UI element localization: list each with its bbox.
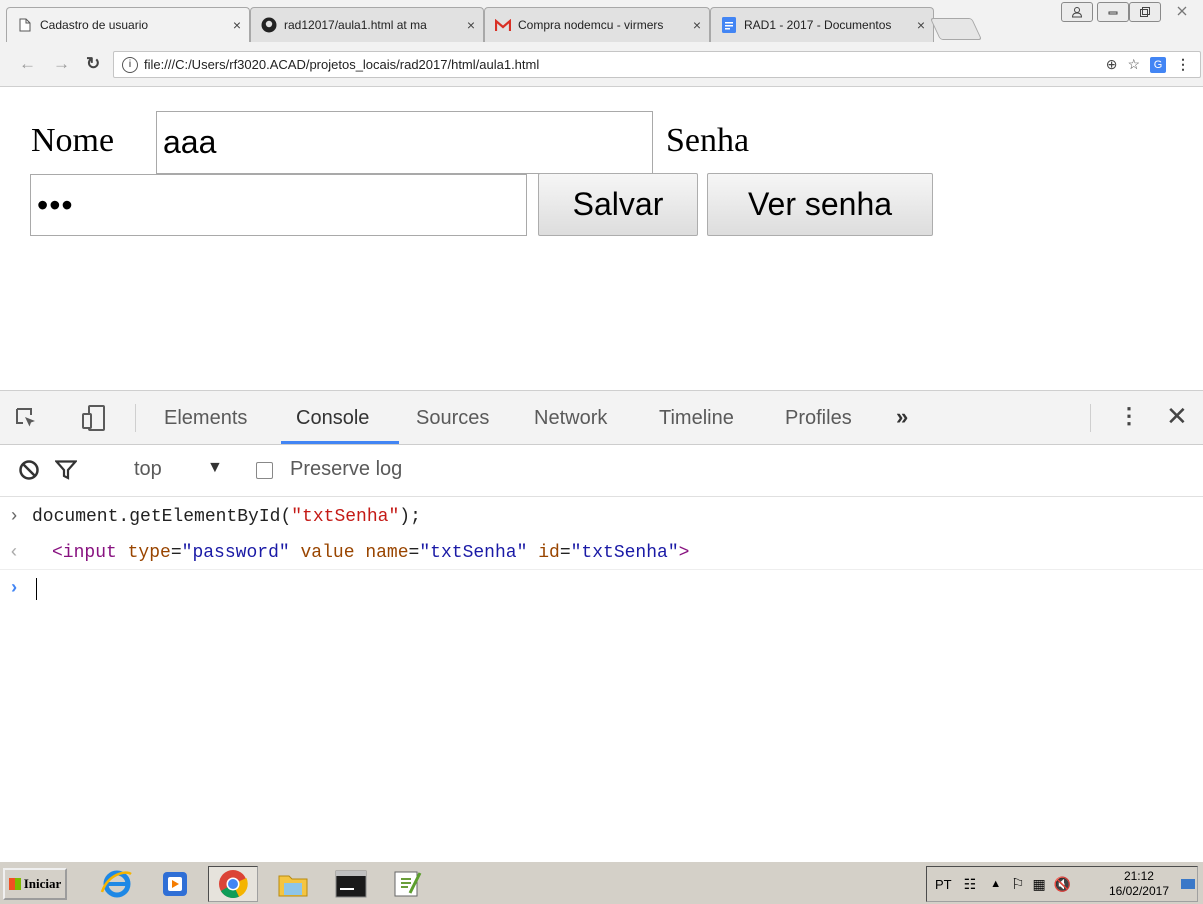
internet-explorer-icon[interactable] — [96, 866, 138, 902]
devtools-menu-icon[interactable]: ⋮ — [1118, 403, 1140, 429]
filter-icon[interactable] — [54, 460, 78, 486]
address-url: file:///C:/Users/rf3020.ACAD/projetos_lo… — [144, 57, 540, 72]
senha-label: Senha — [666, 122, 750, 159]
bookmark-star-icon[interactable]: ☆ — [1127, 56, 1140, 73]
active-tab-indicator — [281, 441, 399, 444]
page-content: Nome aaa Senha ••• Salvar Ver senha — [0, 87, 1203, 390]
forward-arrow-icon[interactable]: → — [53, 54, 70, 74]
senha-input[interactable]: ••• — [30, 174, 527, 236]
nome-input[interactable]: aaa — [156, 111, 653, 174]
tab-strip: Cadastro de usuario × rad12017/aula1.htm… — [0, 0, 1203, 42]
clear-console-icon[interactable] — [18, 459, 40, 487]
more-tabs-icon[interactable]: » — [896, 404, 908, 430]
tab-profiles[interactable]: Profiles — [785, 407, 852, 430]
start-label: Iniciar — [23, 876, 62, 891]
salvar-button[interactable]: Salvar — [538, 173, 698, 236]
close-icon[interactable]: × — [917, 17, 925, 33]
language-indicator[interactable]: PT — [935, 877, 952, 892]
close-icon[interactable]: × — [693, 17, 701, 33]
inspect-element-icon[interactable] — [14, 406, 38, 436]
toolbar-divider — [1090, 404, 1091, 432]
chrome-icon[interactable] — [208, 866, 258, 902]
close-icon[interactable]: × — [233, 17, 241, 33]
tab-title: rad12017/aula1.html at ma — [284, 18, 427, 32]
tab-title: Cadastro de usuario — [40, 18, 149, 32]
tab-docs[interactable]: RAD1 - 2017 - Documentos × — [710, 7, 934, 42]
tab-title: Compra nodemcu - virmers — [518, 18, 664, 32]
tab-network[interactable]: Network — [534, 407, 607, 430]
tab-gmail[interactable]: Compra nodemcu - virmers × — [484, 7, 710, 42]
command-prompt-icon[interactable] — [330, 866, 372, 902]
minimize-button[interactable] — [1097, 2, 1129, 22]
browser-toolbar: ← → ↻ i file:///C:/Users/rf3020.ACAD/pro… — [0, 42, 1203, 87]
action-center-flag-icon[interactable]: ⚐ — [1011, 875, 1024, 893]
close-icon[interactable]: × — [467, 17, 475, 33]
dropdown-arrow-icon[interactable]: ▼ — [207, 459, 223, 477]
translate-extension-icon[interactable]: G — [1150, 56, 1166, 73]
close-window-button[interactable] — [1165, 2, 1199, 20]
info-icon[interactable]: i — [122, 56, 138, 73]
address-bar[interactable]: i file:///C:/Users/rf3020.ACAD/projetos_… — [113, 51, 1201, 78]
input-prompt-icon: › — [8, 579, 20, 599]
console-input-line[interactable]: › — [0, 573, 1203, 605]
page-icon — [17, 17, 33, 33]
volume-muted-icon[interactable]: 🔇 — [1054, 876, 1071, 893]
zoom-icon[interactable]: ⊕ — [1106, 56, 1118, 73]
network-icon[interactable]: ▦ — [1033, 876, 1046, 893]
tab-sources[interactable]: Sources — [416, 407, 489, 430]
media-player-icon[interactable] — [154, 866, 196, 902]
menu-icon[interactable]: ⋮ — [1176, 56, 1190, 73]
tab-github[interactable]: rad12017/aula1.html at ma × — [250, 7, 484, 42]
devtools-tabbar: Elements Console Sources Network Timelin… — [0, 391, 1203, 445]
notepad-plus-icon[interactable] — [386, 866, 428, 902]
start-button[interactable]: Iniciar — [3, 868, 67, 900]
maximize-button[interactable] — [1129, 2, 1161, 22]
show-hidden-icons[interactable]: ▲ — [990, 878, 1001, 890]
profile-button[interactable] — [1061, 2, 1093, 22]
windows-logo-icon — [8, 878, 21, 890]
result-arrow-icon: ‹ — [8, 543, 20, 563]
gmail-icon — [495, 17, 511, 33]
ver-senha-button[interactable]: Ver senha — [707, 173, 933, 236]
close-icon — [1177, 6, 1187, 16]
result-element[interactable]: <input type="password" value name="txtSe… — [52, 543, 689, 563]
system-tray: PT ☷ ▲ ⚐ ▦ 🔇 21:12 16/02/2017 — [926, 866, 1198, 902]
device-toolbar-icon[interactable] — [80, 404, 108, 438]
reload-icon[interactable]: ↻ — [86, 54, 100, 74]
input-prompt-icon: › — [8, 507, 20, 527]
text-cursor — [36, 578, 37, 600]
console-result-line: ‹ <input type="password" value name="txt… — [0, 537, 1203, 570]
keyboard-icon[interactable]: ☷ — [964, 876, 977, 893]
console-filter-bar: top ▼ Preserve log — [0, 445, 1203, 497]
toolbar-divider — [135, 404, 136, 432]
new-tab-button[interactable] — [929, 18, 983, 40]
file-explorer-icon[interactable] — [272, 866, 314, 902]
nome-label: Nome — [31, 122, 115, 159]
windows-taskbar: Iniciar PT ☷ ▲ ⚐ ▦ 🔇 21:12 16/02/2017 — [0, 860, 1203, 904]
preserve-log-label: Preserve log — [290, 458, 403, 480]
clock[interactable]: 21:12 16/02/2017 — [1109, 869, 1169, 899]
restore-icon — [1140, 7, 1150, 17]
devtools-panel: Elements Console Sources Network Timelin… — [0, 390, 1203, 861]
minimize-icon — [1108, 11, 1118, 15]
command-text: document.getElementById("txtSenha"); — [32, 507, 421, 527]
tab-timeline[interactable]: Timeline — [659, 407, 734, 430]
show-desktop-button[interactable] — [1181, 879, 1195, 889]
console-output[interactable]: › document.getElementById("txtSenha"); ‹… — [0, 497, 1203, 861]
console-command-line: › document.getElementById("txtSenha"); — [0, 501, 1203, 533]
clock-time: 21:12 — [1123, 869, 1154, 883]
close-devtools-icon[interactable]: ✕ — [1166, 401, 1188, 432]
tab-title: RAD1 - 2017 - Documentos — [744, 18, 892, 32]
preserve-log-checkbox[interactable] — [256, 462, 273, 479]
tab-console[interactable]: Console — [296, 407, 369, 430]
clock-date: 16/02/2017 — [1108, 884, 1169, 898]
tab-elements[interactable]: Elements — [164, 407, 247, 430]
tab-cadastro[interactable]: Cadastro de usuario × — [6, 7, 250, 42]
back-arrow-icon[interactable]: ← — [19, 54, 36, 74]
context-selector[interactable]: top — [134, 458, 162, 481]
github-icon — [261, 17, 277, 33]
user-icon — [1071, 7, 1083, 18]
docs-icon — [721, 17, 737, 33]
